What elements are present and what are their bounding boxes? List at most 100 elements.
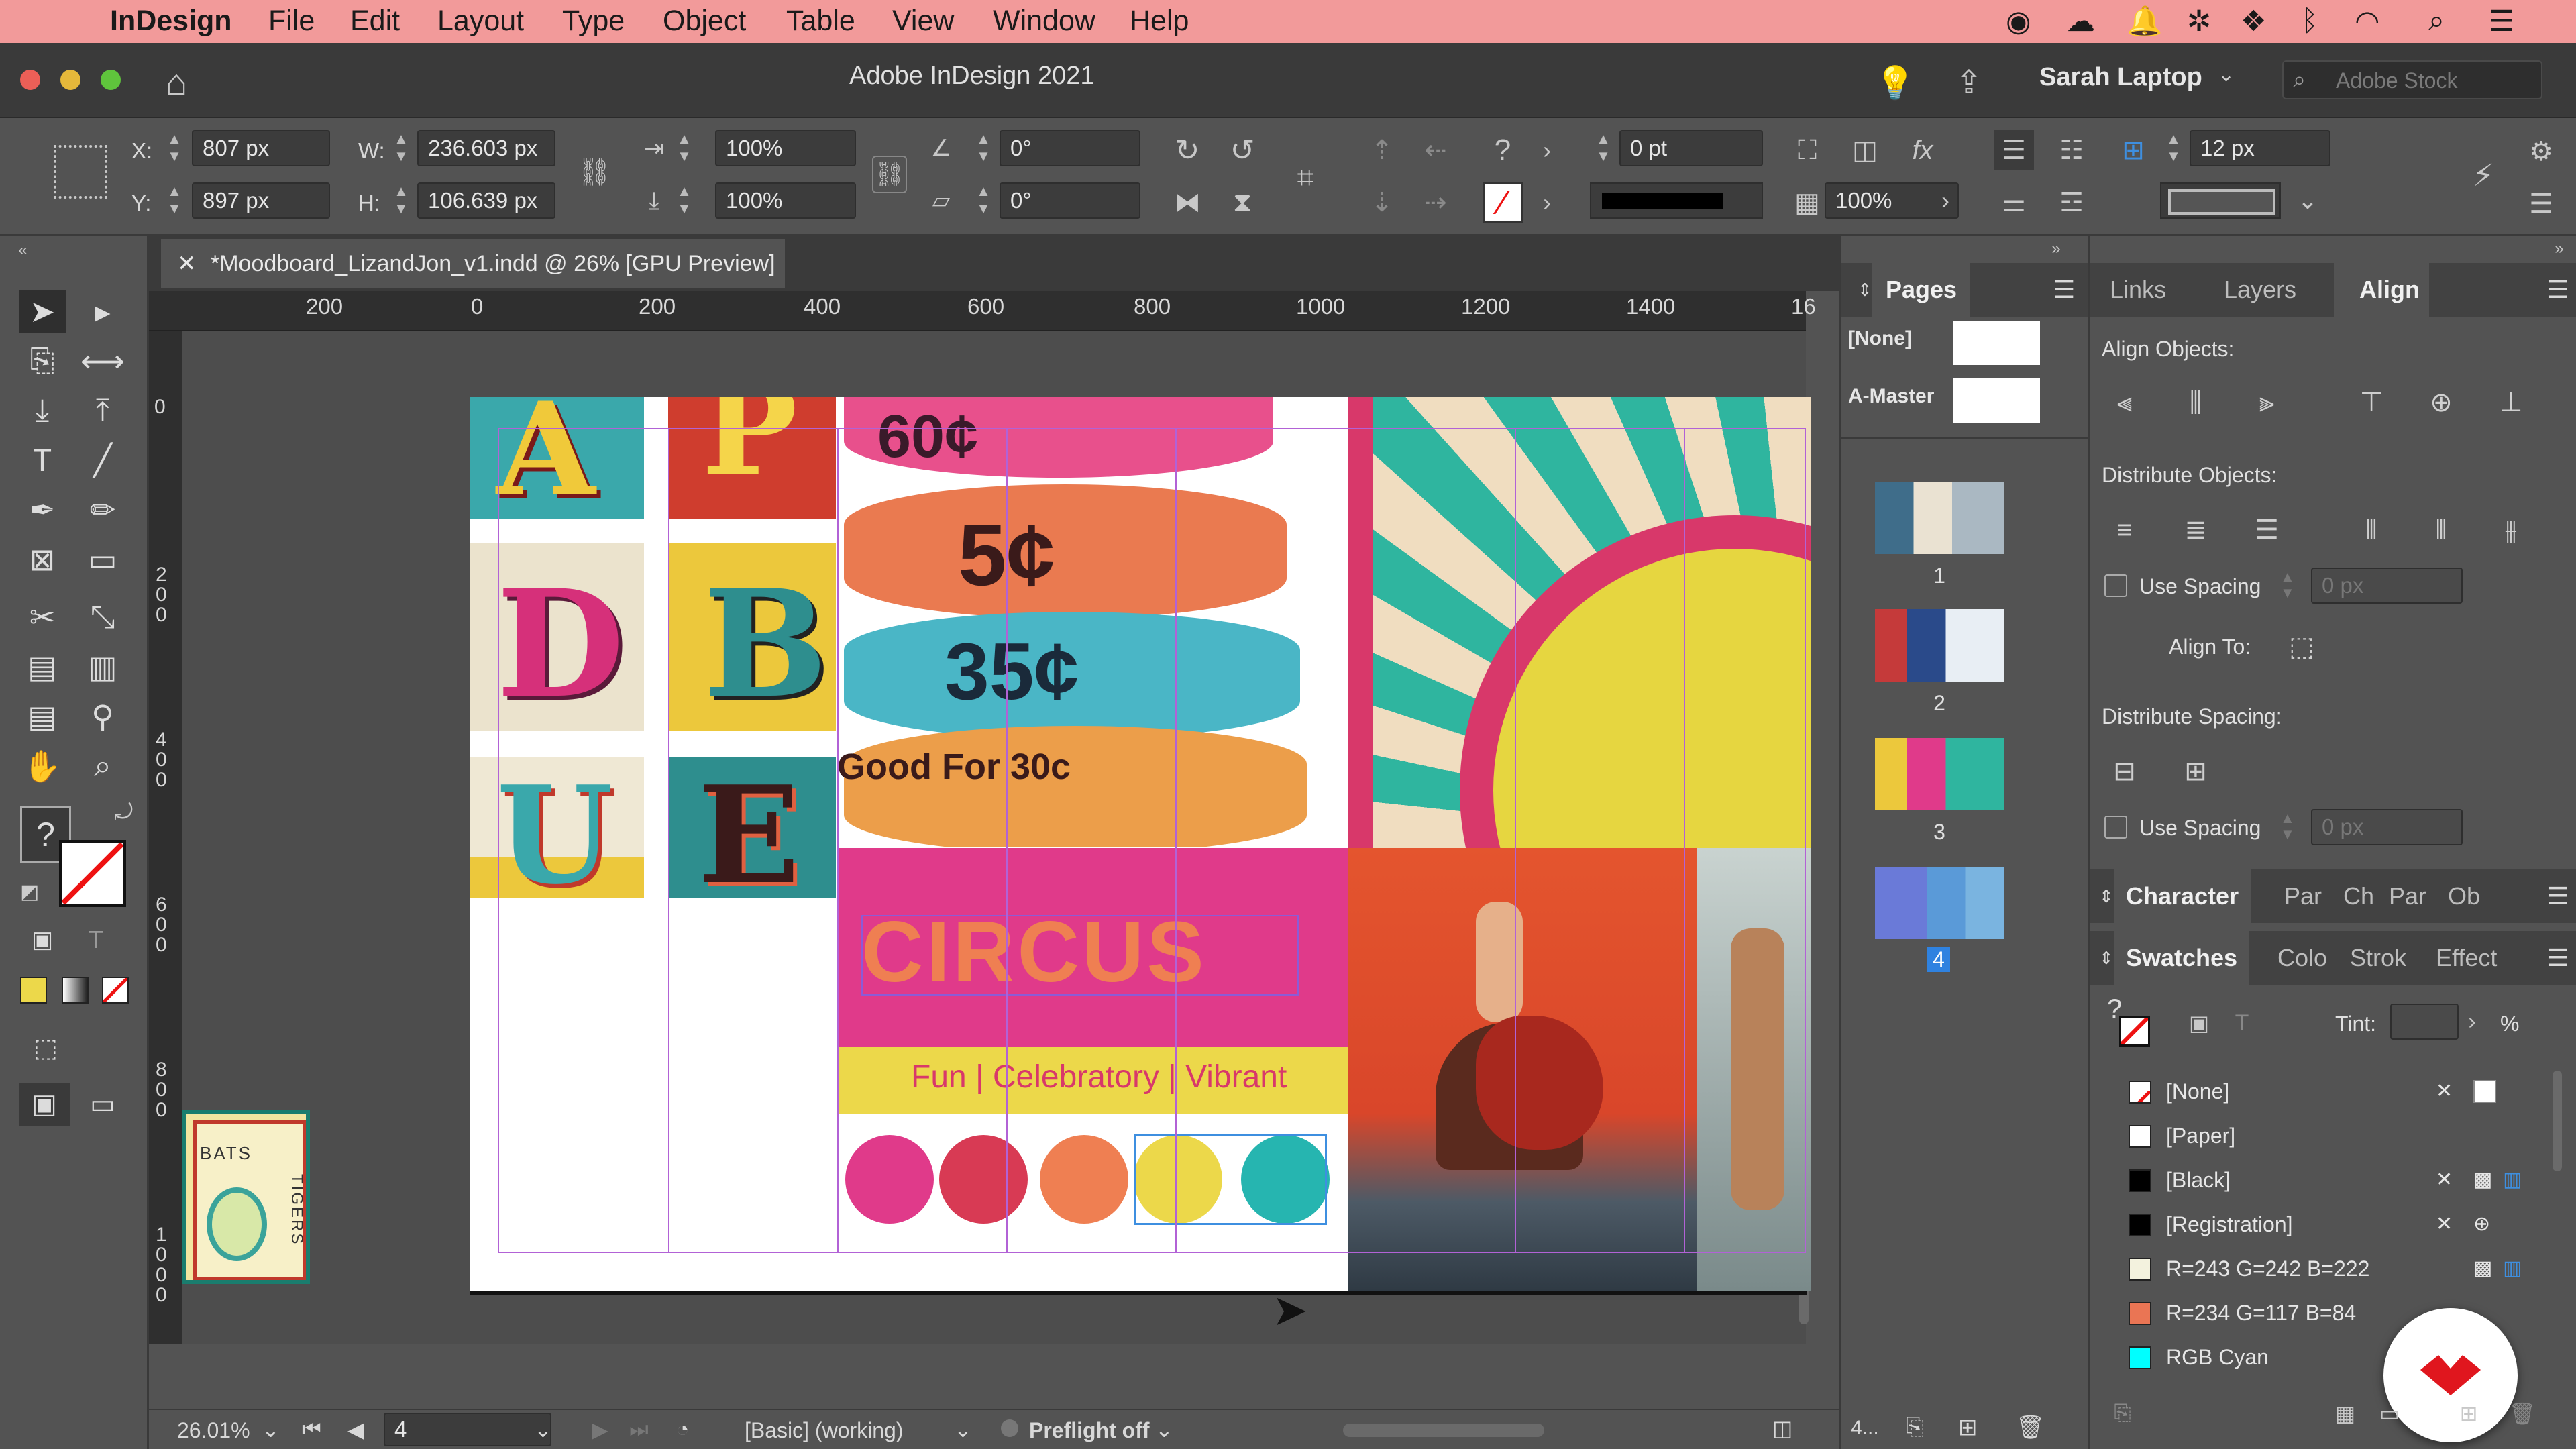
open-page-icon[interactable]: ◔ <box>676 1417 689 1442</box>
default-fill-stroke-icon[interactable]: ◩ <box>20 880 39 904</box>
app-menu[interactable]: InDesign <box>110 5 232 38</box>
letter-tile-u[interactable]: U <box>470 757 644 914</box>
horizontal-scrollbar[interactable] <box>1343 1424 1544 1437</box>
document-page[interactable]: A P D B U E 60¢ 5¢ 35¢ Good For 30c CIRC… <box>470 397 1811 1291</box>
select-next-icon[interactable]: ⇢ <box>1415 182 1456 223</box>
shear-stepper[interactable]: ▲ ▼ <box>970 182 997 219</box>
text-wrap-jump-icon[interactable]: ☲ <box>2051 182 2092 223</box>
color-circle-magenta[interactable] <box>845 1135 934 1224</box>
distribute-left-edges-icon[interactable]: ⦀ <box>2351 510 2392 550</box>
distribute-vertical-centers-icon[interactable]: ≣ <box>2176 510 2216 550</box>
menu-window[interactable]: Window <box>993 5 1095 38</box>
object-style-chevron-icon[interactable]: ⌄ <box>2294 182 2321 219</box>
page-tool-icon[interactable]: ⎘ <box>19 339 66 382</box>
swatch-views-icon[interactable]: ▦ <box>2328 1397 2362 1430</box>
swatches-scrollbar[interactable] <box>2553 1071 2562 1171</box>
new-swatch-icon[interactable]: ⊞ <box>2452 1397 2485 1430</box>
text-wrap-box-icon[interactable]: ☷ <box>2051 130 2092 170</box>
y-field[interactable]: 897 px <box>192 182 330 219</box>
page-thumb-1[interactable] <box>1875 482 2004 554</box>
fill-stroke-proxy[interactable]: ? <box>2107 994 2150 1049</box>
w-field[interactable]: 236.603 px <box>417 130 555 166</box>
panel-collapse-icon[interactable]: ⇕ <box>2099 869 2114 923</box>
stroke-menu-chevron-icon[interactable]: › <box>1534 182 1560 223</box>
menu-type[interactable]: Type <box>562 5 625 38</box>
tab-links[interactable]: Links <box>2110 263 2166 317</box>
eyedropper-tool-icon[interactable]: ⚲ <box>79 695 126 738</box>
tab-object-styles[interactable]: Ob <box>2448 869 2480 923</box>
note-tool-icon[interactable]: ▤ <box>19 695 66 738</box>
vertical-ruler[interactable]: 0 2 0 0 4 0 0 6 0 0 8 0 0 1 0 0 0 <box>149 331 182 1344</box>
sunburst-image[interactable] <box>1348 397 1811 848</box>
tab-stroke[interactable]: Strok <box>2350 931 2406 985</box>
tab-color[interactable]: Colo <box>2277 931 2327 985</box>
collapse-chevrons-icon[interactable]: « <box>9 240 36 260</box>
page-thumb-4[interactable] <box>1875 867 2004 939</box>
expand-chevrons-icon[interactable]: » <box>2043 239 2070 259</box>
rectangle-tool-icon[interactable]: ▭ <box>79 538 126 581</box>
spacing-input[interactable]: 0 px <box>2311 568 2463 604</box>
stroke-weight-stepper[interactable]: ▲ ▼ <box>1590 130 1617 166</box>
tab-character[interactable]: Character <box>2114 869 2251 923</box>
menu-table[interactable]: Table <box>786 5 855 38</box>
new-page-icon[interactable]: ⊞ <box>1958 1414 1978 1441</box>
page-number-field[interactable]: 4 <box>384 1413 551 1446</box>
tab-pages[interactable]: Pages <box>1872 263 1971 317</box>
spacing-stepper[interactable]: ▲ ▼ <box>2160 130 2187 166</box>
menu-object[interactable]: Object <box>663 5 746 38</box>
drop-shadow-icon[interactable]: ◫ <box>1845 130 1885 170</box>
new-color-group-icon[interactable]: ▭ <box>2373 1397 2406 1430</box>
use-spacing-checkbox[interactable] <box>2104 574 2127 597</box>
subtitle-banner[interactable]: Fun | Celebratory | Vibrant <box>837 1046 1348 1114</box>
select-container-icon[interactable]: ⇡ <box>1362 130 1402 170</box>
preflight-status[interactable]: Preflight off <box>1029 1418 1150 1443</box>
chevron-down-icon[interactable]: ⌄ <box>2218 63 2235 87</box>
spacing-stepper-2[interactable]: ▲ ▼ <box>2280 810 2295 843</box>
pen-tool-icon[interactable]: ✒ <box>19 488 66 531</box>
zoom-chevron-icon[interactable]: ⌄ <box>262 1417 280 1442</box>
master-a-label[interactable]: A-Master <box>1848 385 1934 408</box>
first-page-icon[interactable]: ⏮ <box>302 1417 321 1442</box>
letter-tile-d[interactable]: D <box>470 543 644 731</box>
zoom-level[interactable]: 26.01% <box>177 1418 250 1443</box>
stroke-weight-field[interactable]: 0 pt <box>1619 130 1763 166</box>
master-none-label[interactable]: [None] <box>1848 327 1912 350</box>
bluetooth-icon[interactable]: ᛒ <box>2301 5 2318 38</box>
swatch-row[interactable]: [None] ✕ <box>2090 1069 2519 1114</box>
preflight-chevron-icon[interactable]: ⌄ <box>1155 1417 1173 1442</box>
next-page-icon[interactable]: ▶ <box>592 1417 608 1442</box>
tab-paragraph[interactable]: Par <box>2284 869 2322 923</box>
color-circle-orange[interactable] <box>1040 1135 1128 1224</box>
rotate-clockwise-icon[interactable]: ↻ <box>1167 130 1208 170</box>
letter-tile-e[interactable]: E <box>668 757 836 914</box>
spacing-stepper[interactable]: ▲ ▼ <box>2280 569 2295 601</box>
distribute-vertical-space-icon[interactable]: ⊟ <box>2104 751 2145 792</box>
text-wrap-shape-icon[interactable]: ⚌ <box>1994 182 2034 223</box>
h-stepper[interactable]: ▲ ▼ <box>388 182 415 219</box>
scale-x-field[interactable]: 100% <box>715 130 856 166</box>
selection-bounding-box[interactable] <box>1134 1134 1327 1225</box>
master-a-thumb[interactable] <box>1953 378 2040 423</box>
dropbox-icon[interactable]: ❖ <box>2241 5 2267 38</box>
stroke-type-select[interactable] <box>1590 182 1763 219</box>
free-transform-tool-icon[interactable]: ⤡ <box>79 596 126 639</box>
opacity-chevron-icon[interactable]: › <box>1932 182 1959 219</box>
formatting-container-icon[interactable]: ▣ <box>2182 1006 2216 1040</box>
delete-page-icon[interactable]: 🗑 <box>2016 1414 2045 1441</box>
constrain-proportions-icon[interactable]: ⛓ <box>574 152 614 192</box>
swap-fill-stroke-icon[interactable]: ⤾ <box>114 800 133 826</box>
fit-frame-icon[interactable]: ⛶ <box>1787 130 1827 170</box>
share-icon[interactable]: ⇪ <box>1945 59 1992 106</box>
menu-edit[interactable]: Edit <box>350 5 400 38</box>
content-grabber-icon[interactable]: ⌗ <box>1279 152 1332 205</box>
style-status[interactable]: [Basic] (working) <box>745 1418 904 1443</box>
align-to-selection-icon[interactable]: ⬚ <box>2282 627 2322 667</box>
page-thumb-3[interactable] <box>1875 738 2004 810</box>
distribute-bottom-edges-icon[interactable]: ☰ <box>2247 510 2287 550</box>
menu-view[interactable]: View <box>892 5 954 38</box>
stock-search-input[interactable]: ⌕ Adobe Stock <box>2282 60 2542 99</box>
apply-none-icon[interactable] <box>102 977 129 1004</box>
align-top-edges-icon[interactable]: ⊤ <box>2351 382 2392 423</box>
selection-tool-icon[interactable]: ➤ <box>19 290 66 333</box>
scale-y-field[interactable]: 100% <box>715 182 856 219</box>
